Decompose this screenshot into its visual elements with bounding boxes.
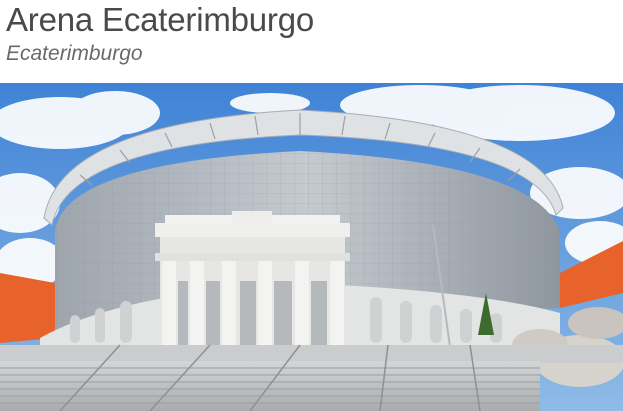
city-subtitle: Ecaterimburgo	[6, 42, 143, 65]
stadium-photo	[0, 83, 623, 411]
left-stand	[0, 273, 55, 343]
stadium-card: Arena Ecaterimburgo Ecaterimburgo	[0, 0, 623, 411]
stadium-title: Arena Ecaterimburgo	[6, 1, 315, 38]
stadium-illustration	[0, 83, 623, 411]
card-header: Arena Ecaterimburgo Ecaterimburgo	[6, 0, 616, 82]
classical-facade	[155, 211, 350, 358]
plaza	[0, 345, 623, 363]
